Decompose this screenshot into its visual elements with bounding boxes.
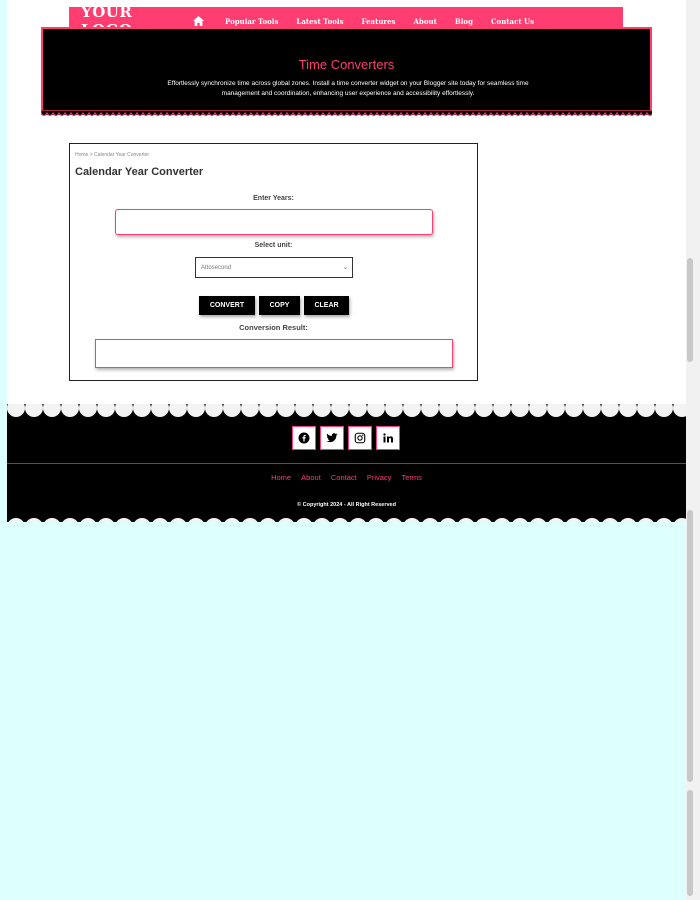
- footer-link-about[interactable]: About: [301, 473, 321, 482]
- home-icon[interactable]: [191, 14, 205, 28]
- years-input[interactable]: [115, 209, 433, 235]
- hero-title: Time Converters: [298, 57, 395, 72]
- footer-link-terms[interactable]: Terms: [402, 473, 422, 482]
- scrollbar-thumb[interactable]: [687, 510, 693, 782]
- breadcrumb-separator: >: [89, 152, 93, 158]
- unit-selected-value: Attosecond: [201, 264, 232, 271]
- converter-card: Home > Calendar Year Converter Calendar …: [69, 143, 478, 381]
- linkedin-icon[interactable]: [376, 426, 400, 450]
- unit-select[interactable]: Attosecond ⌄: [195, 257, 353, 278]
- scrollbar-thumb[interactable]: [687, 258, 693, 362]
- page-title: Calendar Year Converter: [75, 166, 204, 178]
- breadcrumb: Home > Calendar Year Converter: [75, 152, 149, 158]
- convert-button[interactable]: CONVERT: [199, 296, 255, 315]
- chevron-down-icon: ⌄: [342, 265, 348, 271]
- result-label: Conversion Result:: [239, 323, 308, 332]
- footer-links: Home About Contact Privacy Terms: [0, 473, 693, 482]
- footer-link-privacy[interactable]: Privacy: [367, 473, 392, 482]
- years-label: Enter Years:: [253, 195, 294, 202]
- clear-button[interactable]: CLEAR: [304, 296, 349, 315]
- hero-banner: Time Converters Effortlessly synchronize…: [41, 27, 652, 115]
- copyright-text: © Copyright 2024 - All Right Reserved: [297, 502, 396, 508]
- twitter-icon[interactable]: [320, 426, 344, 450]
- hero-description: Effortlessly synchronize time across glo…: [167, 80, 529, 97]
- instagram-icon[interactable]: [348, 426, 372, 450]
- copy-button[interactable]: COPY: [259, 296, 300, 315]
- footer-divider: [7, 463, 686, 464]
- nav-latest-tools[interactable]: Latest Tools: [296, 17, 343, 26]
- footer-link-contact[interactable]: Contact: [331, 473, 357, 482]
- conversion-result-output[interactable]: [95, 339, 453, 368]
- nav-about[interactable]: About: [414, 17, 437, 26]
- nav-popular-tools[interactable]: Popular Tools: [225, 17, 278, 26]
- hero-wave-border: [41, 110, 652, 117]
- nav-features[interactable]: Features: [362, 17, 396, 26]
- facebook-icon[interactable]: [292, 426, 316, 450]
- scrollbar-thumb[interactable]: [687, 790, 693, 896]
- nav-contact-us[interactable]: Contact Us: [491, 17, 534, 26]
- footer-link-home[interactable]: Home: [271, 473, 291, 482]
- nav-blog[interactable]: Blog: [455, 17, 473, 26]
- breadcrumb-home[interactable]: Home: [75, 152, 88, 158]
- breadcrumb-current: Calendar Year Converter: [94, 152, 150, 158]
- unit-label: Select unit:: [254, 242, 293, 249]
